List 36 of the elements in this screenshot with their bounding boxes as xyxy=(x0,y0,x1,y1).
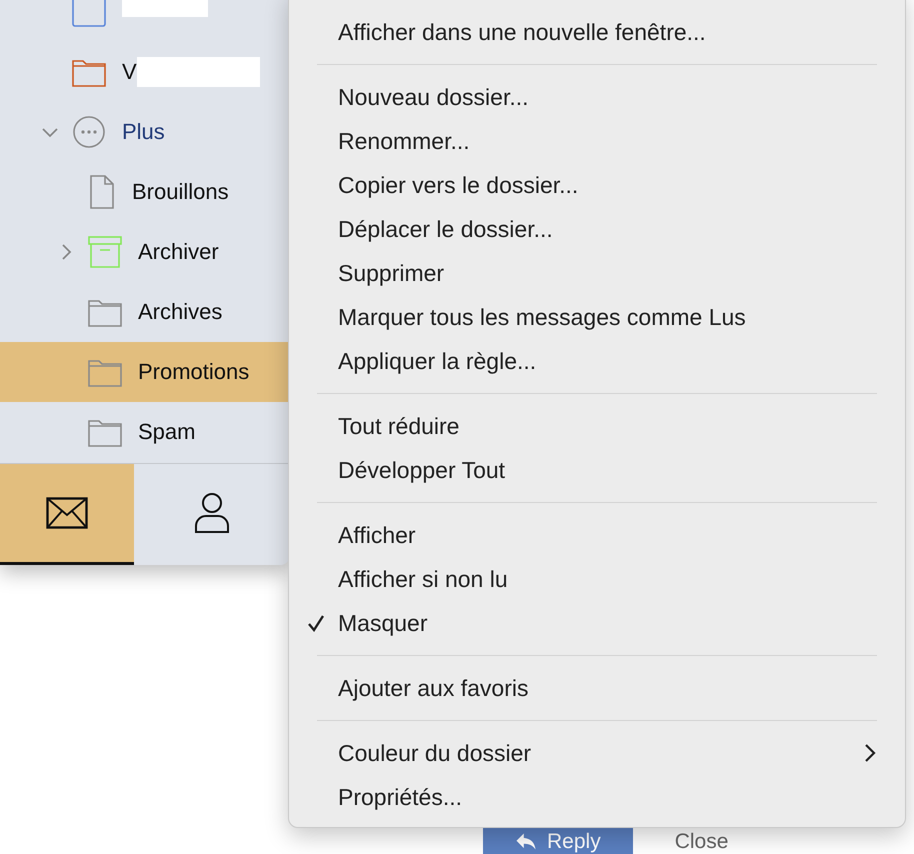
folder-item[interactable]: Brouillons xyxy=(0,162,290,222)
reply-button[interactable]: Reply xyxy=(483,828,633,854)
menu-item[interactable]: Renommer... xyxy=(307,119,877,163)
menu-item[interactable]: Masquer xyxy=(307,601,877,645)
mail-icon xyxy=(46,497,88,529)
reply-arrow-icon xyxy=(515,832,537,850)
menu-item[interactable]: Nouveau dossier... xyxy=(307,75,877,119)
folder-name: Archiver xyxy=(138,239,219,265)
folder-name: Archives xyxy=(138,299,222,325)
menu-item[interactable]: Ajouter aux favoris xyxy=(307,666,877,710)
menu-item[interactable]: Afficher si non lu xyxy=(307,557,877,601)
view-tab[interactable] xyxy=(0,464,134,565)
folder-item[interactable]: Archives xyxy=(0,282,290,342)
person-icon xyxy=(194,492,230,534)
menu-item[interactable]: Copier vers le dossier... xyxy=(307,163,877,207)
folder-item[interactable]: V xyxy=(0,42,290,102)
menu-item[interactable]: Propriétés... xyxy=(307,775,877,819)
folder-name: Brouillons xyxy=(132,179,229,205)
menu-item[interactable]: Développer Tout xyxy=(307,448,877,492)
menu-item[interactable]: Supprimer xyxy=(307,251,877,295)
folder-item[interactable]: Archiver xyxy=(0,222,290,282)
menu-item[interactable]: Afficher dans une nouvelle fenêtre... xyxy=(307,10,877,54)
folder-name: Plus xyxy=(122,119,165,145)
menu-item[interactable]: Afficher xyxy=(307,513,877,557)
folder-item[interactable]: Promotions xyxy=(0,342,290,402)
menu-item[interactable]: Marquer tous les messages comme Lus xyxy=(307,295,877,339)
folder-name: Promotions xyxy=(138,359,250,385)
folder-item[interactable]: Plus xyxy=(0,102,290,162)
folder-name: Spam xyxy=(138,419,196,445)
menu-item[interactable]: Tout réduire xyxy=(307,404,877,448)
menu-item[interactable]: Appliquer la règle... xyxy=(307,339,877,383)
menu-item[interactable]: Couleur du dossier xyxy=(307,731,877,775)
folder-item[interactable]: Spam xyxy=(0,402,290,462)
close-button[interactable]: Close xyxy=(674,828,728,854)
menu-item[interactable]: Déplacer le dossier... xyxy=(307,207,877,251)
folder-name: V xyxy=(122,59,137,85)
